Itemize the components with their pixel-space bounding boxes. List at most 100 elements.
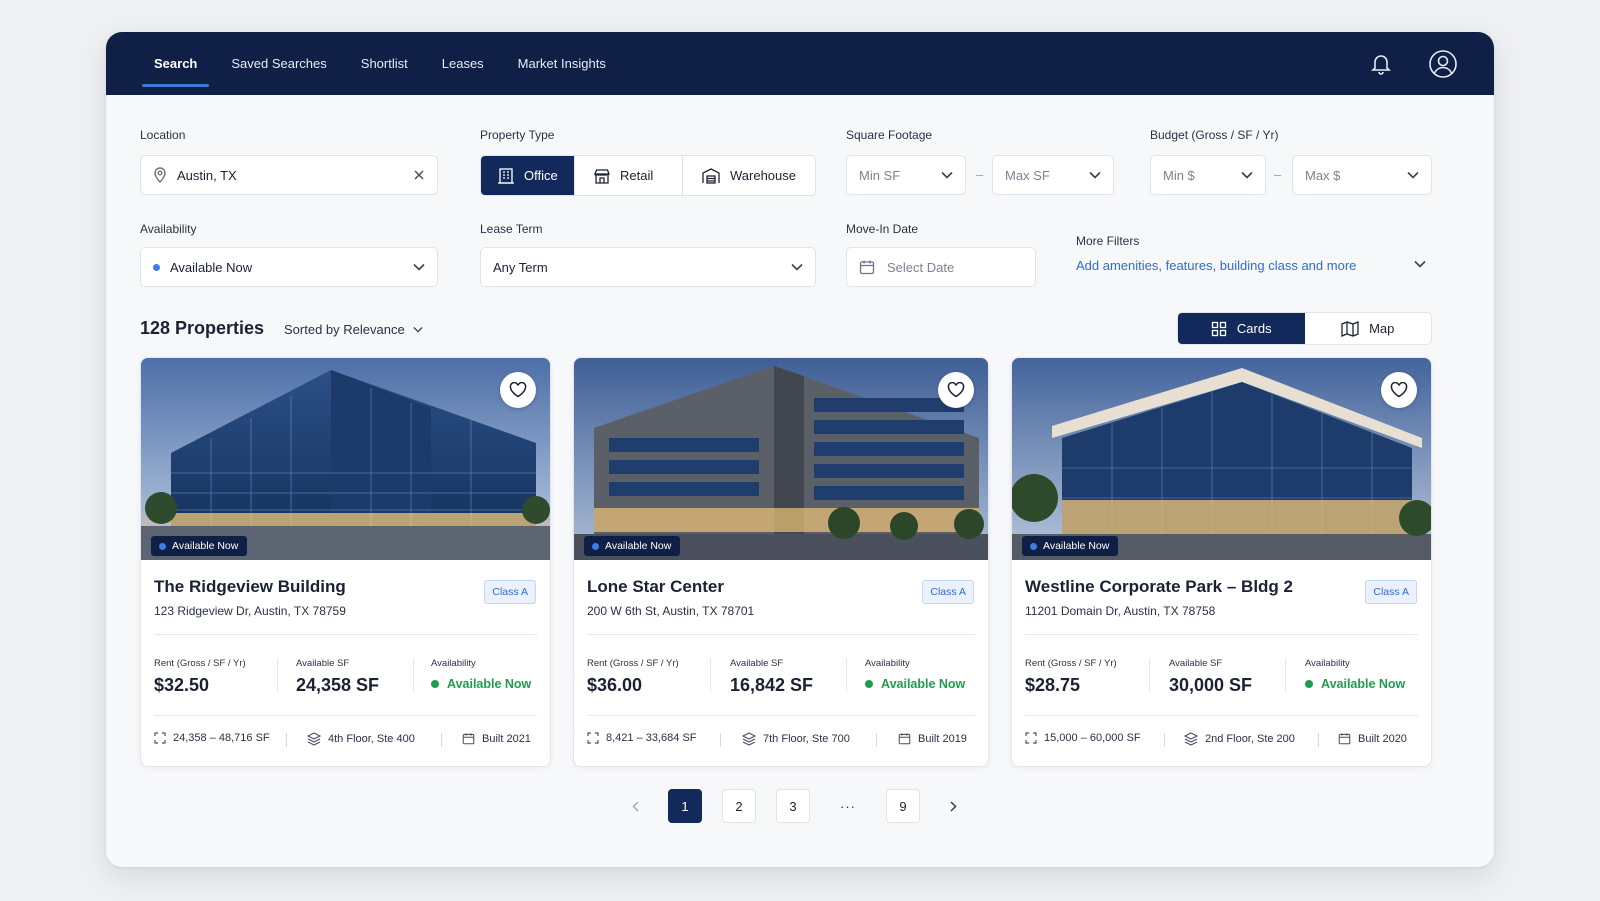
expand-icon	[587, 732, 599, 744]
divider	[286, 733, 287, 747]
chevron-down-icon	[413, 263, 425, 271]
results-count: 128 Properties	[140, 318, 265, 338]
property-title[interactable]: Lone Star Center	[587, 577, 724, 597]
close-icon[interactable]	[413, 169, 425, 181]
chevron-down-icon[interactable]	[1414, 260, 1426, 268]
budget-range-separator: –	[1274, 167, 1282, 182]
min-sf-select[interactable]: Min SF	[846, 155, 966, 195]
available-sf-value: 16,842 SF	[730, 675, 814, 695]
expand-icon	[1025, 732, 1037, 744]
sort-dropdown[interactable]: Sorted by Relevance	[284, 322, 423, 337]
rent-value: $36.00	[587, 675, 643, 695]
location-label: Location	[140, 128, 186, 142]
min-budget-select[interactable]: Min $	[1150, 155, 1266, 195]
location-input[interactable]: Austin, TX	[140, 155, 438, 195]
divider	[846, 658, 847, 692]
availability-select[interactable]: Available Now	[140, 247, 438, 287]
class-badge: Class A	[1365, 580, 1417, 604]
favorite-button[interactable]	[500, 372, 536, 408]
availability-value: Available Now	[881, 677, 966, 691]
divider	[587, 634, 975, 635]
favorite-button[interactable]	[938, 372, 974, 408]
more-filters-label: More Filters	[1076, 234, 1140, 248]
availability-value: Available Now	[1321, 677, 1406, 691]
heart-icon	[947, 382, 965, 398]
built-text: Built 2019	[918, 732, 967, 745]
layers-icon	[307, 732, 321, 746]
move-in-date-picker[interactable]: Select Date	[846, 247, 1036, 287]
page-button-9[interactable]: 9	[886, 789, 920, 823]
cards-view-button[interactable]: Cards	[1178, 313, 1305, 344]
nav-market-insights[interactable]: Market Insights	[506, 32, 618, 95]
bell-icon[interactable]	[1366, 49, 1396, 79]
built-year: Built 2021	[462, 732, 531, 745]
nav-saved-searches[interactable]: Saved Searches	[219, 32, 338, 95]
budget-label: Budget (Gross / SF / Yr)	[1150, 128, 1279, 142]
divider	[1164, 733, 1165, 747]
page-button-2[interactable]: 2	[722, 789, 756, 823]
built-text: Built 2020	[1358, 732, 1407, 745]
property-card[interactable]: Available Now Lone Star Center 200 W 6th…	[573, 357, 989, 767]
pagination: 1 2 3 ··· 9	[622, 789, 966, 823]
property-type-label: Property Type	[480, 128, 555, 142]
nav-shortlist[interactable]: Shortlist	[349, 32, 420, 95]
max-budget-select[interactable]: Max $	[1292, 155, 1432, 195]
calendar-icon	[859, 259, 875, 275]
page-button-1[interactable]: 1	[668, 789, 702, 823]
property-type-retail[interactable]: Retail	[575, 156, 683, 195]
available-sf-stat: Available SF 16,842 SF	[730, 658, 813, 696]
lease-term-select[interactable]: Any Term	[480, 247, 816, 287]
available-sf-stat: Available SF 24,358 SF	[296, 658, 379, 696]
more-filters-link[interactable]: Add amenities, features, building class …	[1076, 258, 1356, 273]
page-button-3[interactable]: 3	[776, 789, 810, 823]
nav-leases[interactable]: Leases	[430, 32, 496, 95]
property-title[interactable]: The Ridgeview Building	[154, 577, 346, 597]
nav-search[interactable]: Search	[142, 32, 210, 95]
status-badge: Available Now	[1022, 536, 1119, 556]
sf-range-separator: –	[976, 167, 984, 182]
property-type-selector: Office Retail Warehouse	[480, 155, 816, 196]
floor-text: 2nd Floor, Ste 200	[1205, 733, 1295, 745]
rent-stat: Rent (Gross / SF / Yr) $32.50	[154, 658, 246, 696]
status-dot	[431, 680, 439, 688]
built-text: Built 2021	[482, 732, 531, 745]
top-navigation-bar: Search Saved Searches Shortlist Leases M…	[106, 32, 1494, 95]
property-title[interactable]: Westline Corporate Park – Bldg 2	[1025, 577, 1293, 597]
map-view-label: Map	[1369, 321, 1395, 336]
property-type-warehouse[interactable]: Warehouse	[683, 156, 815, 195]
prev-page-button[interactable]	[622, 789, 648, 823]
storefront-icon	[593, 167, 611, 185]
status-badge: Available Now	[151, 536, 248, 556]
min-budget-placeholder: Min $	[1163, 167, 1195, 183]
floor-info: 7th Floor, Ste 700	[742, 732, 850, 746]
layers-icon	[1184, 732, 1198, 746]
rent-value: $32.50	[154, 675, 210, 695]
property-photo: Available Now	[141, 358, 550, 560]
property-address: 11201 Domain Dr, Austin, TX 78758	[1025, 604, 1216, 618]
divider	[1025, 715, 1418, 716]
property-card[interactable]: Available Now The Ridgeview Building 123…	[140, 357, 551, 767]
view-toggle: Cards Map	[1177, 312, 1432, 345]
max-sf-select[interactable]: Max SF	[992, 155, 1114, 195]
rent-label: Rent (Gross / SF / Yr)	[1025, 658, 1117, 669]
available-sf-stat: Available SF 30,000 SF	[1169, 658, 1252, 696]
favorite-button[interactable]	[1381, 372, 1417, 408]
property-card[interactable]: Available Now Westline Corporate Park – …	[1011, 357, 1432, 767]
chevron-down-icon	[791, 263, 803, 271]
property-type-office-label: Office	[524, 168, 558, 183]
available-sf-label: Available SF	[1169, 658, 1223, 669]
location-value: Austin, TX	[177, 167, 237, 183]
sf-range: 24,358 – 48,716 SF	[154, 732, 270, 744]
divider	[710, 658, 711, 692]
calendar-icon	[898, 732, 911, 745]
user-circle-icon[interactable]	[1428, 49, 1458, 79]
chevron-left-icon	[631, 800, 639, 812]
map-view-button[interactable]: Map	[1305, 313, 1432, 344]
next-page-button[interactable]	[940, 789, 966, 823]
property-type-office[interactable]: Office	[481, 156, 575, 195]
divider	[876, 733, 877, 747]
sf-range-text: 24,358 – 48,716 SF	[173, 732, 270, 744]
built-year: Built 2019	[898, 732, 967, 745]
floor-text: 7th Floor, Ste 700	[763, 733, 850, 745]
status-badge: Available Now	[584, 536, 681, 556]
